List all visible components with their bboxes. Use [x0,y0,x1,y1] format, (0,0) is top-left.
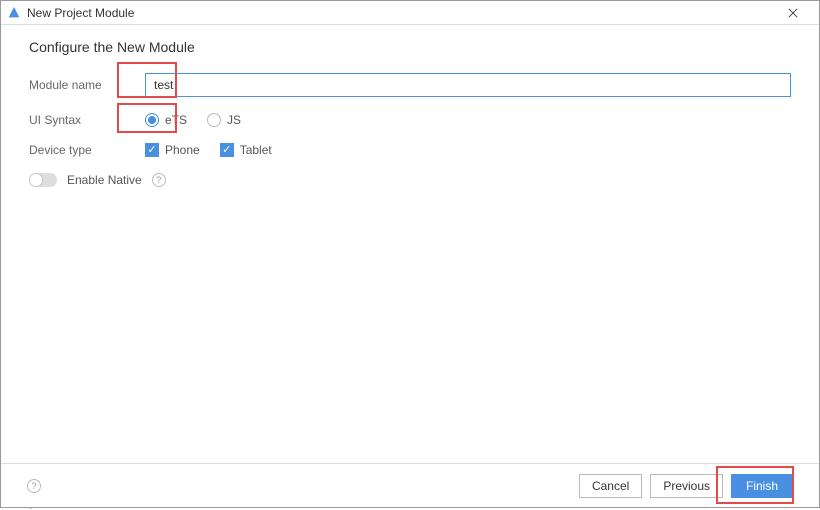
enable-native-row: Enable Native ? [29,173,791,187]
device-tablet-label: Tablet [240,143,272,157]
title-bar: New Project Module [1,1,819,25]
ui-syntax-row: UI Syntax eTS JS [29,113,791,127]
dialog-content: Configure the New Module Module name UI … [1,25,819,463]
device-phone-label: Phone [165,143,200,157]
device-type-label: Device type [29,143,145,157]
previous-button[interactable]: Previous [650,474,723,498]
footer-help-icon[interactable]: ? [27,479,41,493]
device-type-row: Device type ✓ Phone ✓ Tablet [29,143,791,157]
ui-syntax-group: eTS JS [145,113,241,127]
enable-native-label: Enable Native [67,173,142,187]
device-tablet-checkbox[interactable]: ✓ Tablet [220,143,272,157]
new-project-module-dialog: New Project Module Configure the New Mod… [0,0,820,508]
help-icon[interactable]: ? [152,173,166,187]
ui-syntax-ets-radio[interactable]: eTS [145,113,187,127]
dialog-footer: ? Cancel Previous Finish [1,463,819,507]
radio-checked-icon [145,113,159,127]
toggle-knob [29,173,43,187]
checkbox-checked-icon: ✓ [145,143,159,157]
device-phone-checkbox[interactable]: ✓ Phone [145,143,200,157]
ui-syntax-js-radio[interactable]: JS [207,113,241,127]
ui-syntax-js-label: JS [227,113,241,127]
ui-syntax-label: UI Syntax [29,113,145,127]
checkbox-checked-icon: ✓ [220,143,234,157]
app-icon [7,6,21,20]
module-name-label: Module name [29,78,145,92]
close-button[interactable] [773,1,813,25]
cancel-button[interactable]: Cancel [579,474,642,498]
module-name-input[interactable] [145,73,791,97]
module-name-row: Module name [29,73,791,97]
page-heading: Configure the New Module [29,39,791,55]
device-type-group: ✓ Phone ✓ Tablet [145,143,272,157]
dialog-title: New Project Module [27,6,773,20]
radio-unchecked-icon [207,113,221,127]
finish-button[interactable]: Finish [731,474,793,498]
ui-syntax-ets-label: eTS [165,113,187,127]
enable-native-toggle[interactable] [29,173,57,187]
